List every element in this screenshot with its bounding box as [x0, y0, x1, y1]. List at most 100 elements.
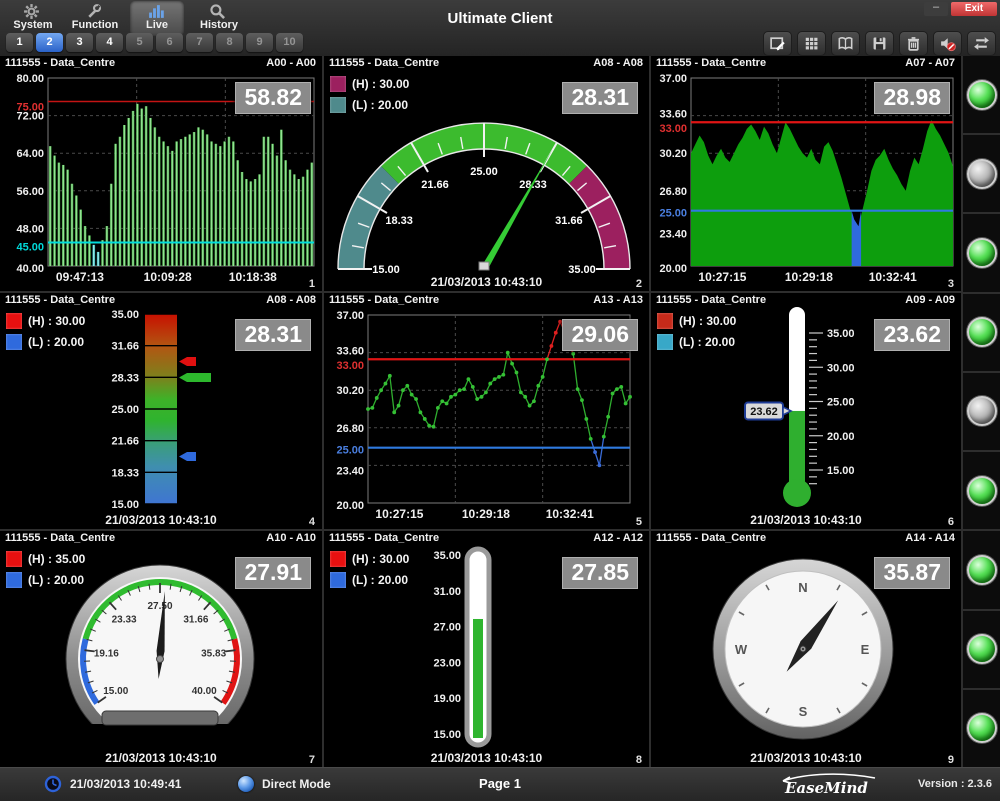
- svg-text:18.33: 18.33: [385, 215, 413, 227]
- svg-text:23.33: 23.33: [112, 615, 137, 626]
- svg-text:15.00: 15.00: [103, 686, 128, 697]
- led-indicator-5-gray: [967, 396, 997, 426]
- svg-text:31.66: 31.66: [111, 341, 139, 353]
- tab-6[interactable]: 6: [156, 33, 183, 52]
- save-button[interactable]: [865, 31, 894, 56]
- svg-text:25.00: 25.00: [659, 208, 687, 220]
- low-limit-label: (L) : 20.00: [28, 335, 84, 349]
- svg-text:31.66: 31.66: [183, 615, 208, 626]
- led-indicator-9-green: [967, 713, 997, 743]
- value-badge: 35.87: [874, 557, 950, 589]
- svg-text:30.20: 30.20: [659, 148, 687, 160]
- tab-5[interactable]: 5: [126, 33, 153, 52]
- svg-text:10:27:15: 10:27:15: [698, 270, 746, 284]
- led-cell-4: [963, 294, 1000, 373]
- value-badge: 27.91: [235, 557, 311, 589]
- brand-text: EaseMind: [784, 779, 868, 797]
- led-cell-3: [963, 214, 1000, 293]
- screen-edit-button[interactable]: [763, 31, 792, 56]
- status-version: Version : 2.3.6: [918, 778, 992, 790]
- ultimate-client-window: SystemFunctionLiveHistory Ultimate Clien…: [0, 0, 1000, 800]
- panel-number: 9: [948, 754, 954, 766]
- limit-legend: (H) : 30.00 (L) : 20.00: [6, 313, 85, 355]
- panel-round-gauge-a10: 111555 - Data_CentreA10 - A10 (H) : 35.0…: [0, 531, 322, 767]
- led-cell-1: [963, 56, 1000, 135]
- sample-timestamp: 21/03/2013 10:43:10: [324, 275, 649, 289]
- panel-tag: A08 - A08: [266, 294, 316, 309]
- panel-colorbar-a08: 111555 - Data_CentreA08 - A08 (H) : 30.0…: [0, 293, 322, 529]
- easemind-logo: EaseMind: [775, 772, 880, 798]
- panel-line-trend-a13: 111555 - Data_CentreA13 - A13 37.0033.60…: [324, 293, 649, 529]
- svg-text:20.00: 20.00: [659, 263, 687, 275]
- panel-bar-trend-a00: 111555 - Data_CentreA00 - A00 80.0075.00…: [0, 56, 322, 291]
- tab-8[interactable]: 8: [216, 33, 243, 52]
- panel-title: 111555 - Data_Centre: [656, 57, 766, 72]
- value-badge: 23.62: [874, 319, 950, 351]
- svg-text:25.00: 25.00: [470, 166, 498, 178]
- window-controls: – Exit: [924, 2, 997, 16]
- svg-text:19.00: 19.00: [433, 693, 461, 705]
- svg-text:48.00: 48.00: [16, 223, 44, 235]
- svg-text:30.00: 30.00: [827, 362, 855, 374]
- svg-text:10:32:41: 10:32:41: [546, 507, 594, 521]
- low-limit-label: (L) : 20.00: [679, 335, 735, 349]
- panel-title: 111555 - Data_Centre: [329, 294, 439, 309]
- svg-text:S: S: [799, 704, 808, 719]
- value-badge: 29.06: [562, 319, 638, 351]
- panel-area-trend-a07: 111555 - Data_CentreA07 - A07 37.0033.60…: [651, 56, 961, 291]
- led-indicator-6-green: [967, 476, 997, 506]
- svg-text:33.00: 33.00: [659, 123, 687, 135]
- panel-tag: A10 - A10: [266, 532, 316, 547]
- svg-text:10:29:18: 10:29:18: [462, 507, 510, 521]
- tab-2[interactable]: 2: [36, 33, 63, 52]
- exit-button[interactable]: Exit: [951, 2, 997, 16]
- limit-legend: (H) : 30.00 (L) : 20.00: [657, 313, 736, 355]
- minimize-button[interactable]: –: [924, 2, 948, 16]
- log-book-button[interactable]: [831, 31, 860, 56]
- low-limit-swatch: [6, 572, 22, 588]
- svg-text:30.20: 30.20: [336, 385, 364, 397]
- svg-text:10:18:38: 10:18:38: [229, 270, 277, 284]
- sample-timestamp: 21/03/2013 10:43:10: [651, 513, 961, 527]
- panel-number: 5: [636, 516, 642, 528]
- tab-3[interactable]: 3: [66, 33, 93, 52]
- led-cell-7: [963, 531, 1000, 610]
- svg-text:27.50: 27.50: [147, 601, 172, 612]
- svg-text:10:09:28: 10:09:28: [144, 270, 192, 284]
- svg-text:15.00: 15.00: [827, 465, 855, 477]
- mute-button[interactable]: [933, 31, 962, 56]
- led-cell-8: [963, 611, 1000, 690]
- led-cell-6: [963, 452, 1000, 531]
- svg-text:35.00: 35.00: [111, 309, 139, 321]
- svg-text:33.60: 33.60: [336, 346, 364, 358]
- limit-legend: (H) : 30.00 (L) : 20.00: [330, 551, 409, 593]
- tab-10[interactable]: 10: [276, 33, 303, 52]
- svg-text:33.60: 33.60: [659, 109, 687, 121]
- dashboard-grid: 111555 - Data_CentreA00 - A00 80.0075.00…: [0, 56, 1000, 767]
- panel-title: 111555 - Data_Centre: [5, 57, 115, 72]
- tab-9[interactable]: 9: [246, 33, 273, 52]
- tab-7[interactable]: 7: [186, 33, 213, 52]
- value-badge: 28.98: [874, 82, 950, 114]
- value-badge: 27.85: [562, 557, 638, 589]
- svg-text:W: W: [735, 642, 748, 657]
- tab-4[interactable]: 4: [96, 33, 123, 52]
- panel-tag: A07 - A07: [905, 57, 955, 72]
- svg-text:15.00: 15.00: [111, 499, 139, 511]
- svg-text:23.40: 23.40: [659, 228, 687, 240]
- svg-text:72.00: 72.00: [16, 111, 44, 123]
- data-table-button[interactable]: [797, 31, 826, 56]
- sample-timestamp: 21/03/2013 10:43:10: [324, 751, 649, 765]
- log-book-icon: [837, 35, 854, 52]
- svg-text:23.00: 23.00: [433, 657, 461, 669]
- svg-text:21.66: 21.66: [111, 436, 139, 448]
- refresh-button[interactable]: [967, 31, 996, 56]
- svg-text:28.33: 28.33: [111, 372, 139, 384]
- panel-title: 111555 - Data_Centre: [329, 57, 439, 72]
- delete-button[interactable]: [899, 31, 928, 56]
- panel-number: 3: [948, 278, 954, 290]
- tab-1[interactable]: 1: [6, 33, 33, 52]
- low-limit-swatch: [330, 97, 346, 113]
- led-indicator-7-green: [967, 555, 997, 585]
- limit-legend: (H) : 35.00 (L) : 20.00: [6, 551, 85, 593]
